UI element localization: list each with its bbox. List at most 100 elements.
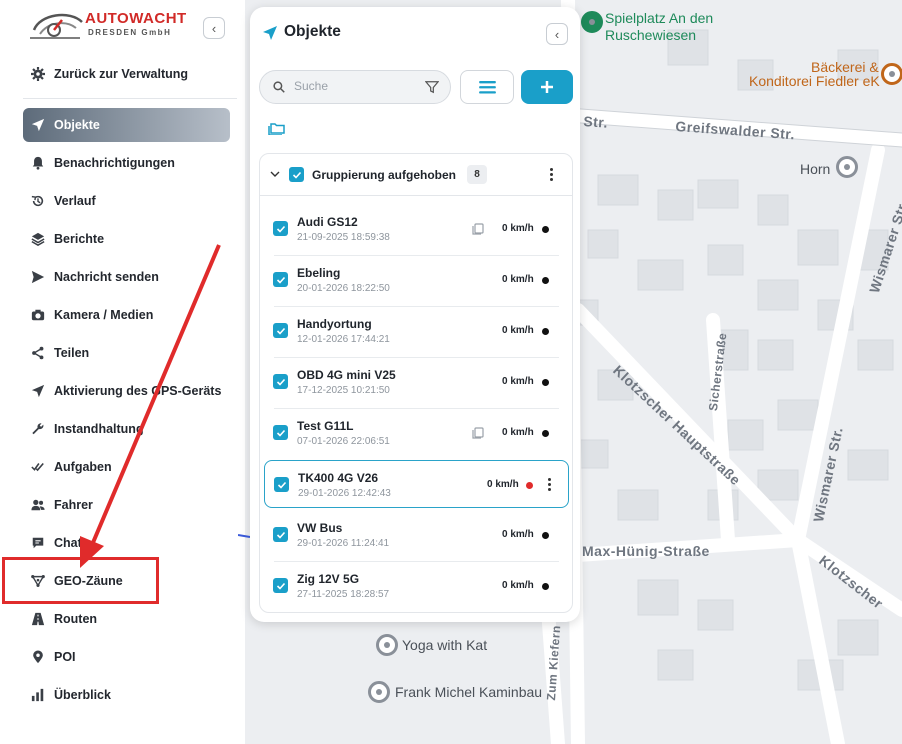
status-dot <box>542 226 549 233</box>
sidebar-item-4[interactable]: Nachricht senden <box>23 260 230 294</box>
object-checkbox[interactable] <box>273 272 288 287</box>
filter-icon[interactable] <box>425 80 439 94</box>
sidebar-item-10[interactable]: Fahrer <box>23 488 230 522</box>
object-checkbox[interactable] <box>273 221 288 236</box>
map-pin-icon <box>31 650 45 664</box>
chevron-down-icon[interactable] <box>270 169 280 179</box>
object-name: TK400 4G V26 <box>298 471 379 485</box>
layers-icon <box>31 232 45 246</box>
brand-logo[interactable]: AUTOWACHT DRESDEN GmbH <box>30 8 186 48</box>
object-speed: 0 km/h <box>502 580 534 591</box>
status-dot <box>542 379 549 386</box>
kaminbau-pin-icon[interactable] <box>368 681 390 703</box>
sidebar-item-6[interactable]: Teilen <box>23 336 230 370</box>
sidebar-item-2[interactable]: Verlauf <box>23 184 230 218</box>
object-row[interactable]: VW Bus 29-01-2026 11:24:41 0 km/h <box>264 511 569 562</box>
poi-label-horn[interactable]: Horn <box>800 161 830 177</box>
object-speed: 0 km/h <box>502 427 534 438</box>
playground-pin-icon[interactable] <box>581 11 603 33</box>
object-name: Test G11L <box>297 419 354 433</box>
bar-chart-icon <box>31 688 45 702</box>
objects-panel: Objekte ‹ Gruppierung aufgehoben 8 Audi … <box>250 7 580 622</box>
sidebar-item-label: Nachricht senden <box>54 270 159 284</box>
sidebar-item-13[interactable]: Routen <box>23 602 230 636</box>
object-timestamp: 07-01-2026 22:06:51 <box>297 436 390 447</box>
object-timestamp: 17-12-2025 10:21:50 <box>297 385 390 396</box>
sidebar-item-label: Kamera / Medien <box>54 308 154 322</box>
search-input[interactable] <box>294 79 414 93</box>
check-icon <box>276 276 285 284</box>
sidebar-collapse-button[interactable]: ‹ <box>203 17 225 39</box>
share-icon <box>31 346 45 360</box>
object-checkbox[interactable] <box>273 323 288 338</box>
group-header[interactable]: Gruppierung aufgehoben 8 <box>260 154 572 196</box>
object-checkbox[interactable] <box>274 477 289 492</box>
object-checkbox[interactable] <box>273 374 288 389</box>
group-more-icon[interactable] <box>550 168 554 182</box>
sidebar-item-9[interactable]: Aufgaben <box>23 450 230 484</box>
check-icon <box>276 378 285 386</box>
wrench-icon <box>31 422 45 436</box>
bell-icon <box>31 156 45 170</box>
road-icon <box>31 612 45 626</box>
brand-name: AUTOWACHT <box>85 10 187 27</box>
object-checkbox[interactable] <box>273 527 288 542</box>
bakery-pin-icon[interactable] <box>881 63 902 85</box>
sidebar-item-15[interactable]: Überblick <box>23 678 230 712</box>
panel-collapse-button[interactable]: ‹ <box>546 23 568 45</box>
horn-pin-icon[interactable] <box>836 156 858 178</box>
check-icon <box>277 481 286 489</box>
sidebar-item-11[interactable]: Chat <box>23 526 230 560</box>
check-icon <box>276 531 285 539</box>
menu-list-icon <box>478 80 496 94</box>
poi-label-yoga[interactable]: Yoga with Kat <box>402 637 487 653</box>
folder-stack-icon[interactable] <box>268 121 286 135</box>
chevron-left-icon: ‹ <box>211 20 217 36</box>
object-checkbox[interactable] <box>273 578 288 593</box>
add-object-button[interactable] <box>521 70 573 104</box>
street-label-max-huenig-strasse: Max-Hünig-Straße <box>582 543 710 559</box>
object-row[interactable]: Test G11L 07-01-2026 22:06:51 0 km/h <box>264 409 569 457</box>
object-row[interactable]: Handyortung 12-01-2026 17:44:21 0 km/h <box>264 307 569 358</box>
object-name: OBD 4G mini V25 <box>297 368 396 382</box>
device-stack-icon <box>472 223 484 235</box>
poi-label-spielplatz-line2[interactable]: Ruschewiesen <box>605 27 696 43</box>
sidebar-item-0[interactable]: Objekte <box>23 108 230 142</box>
sidebar-item-label: Teilen <box>54 346 90 360</box>
object-row[interactable]: Ebeling 20-01-2026 18:22:50 0 km/h <box>264 256 569 307</box>
sidebar-item-label: Objekte <box>54 118 100 132</box>
object-row[interactable]: Audi GS12 21-09-2025 18:59:38 0 km/h <box>264 205 569 256</box>
object-speed: 0 km/h <box>502 223 534 234</box>
sidebar-item-5[interactable]: Kamera / Medien <box>23 298 230 332</box>
street-label-str: Str. <box>582 113 609 131</box>
object-row[interactable]: OBD 4G mini V25 17-12-2025 10:21:50 0 km/h <box>264 358 569 409</box>
search-field[interactable] <box>259 70 451 104</box>
poi-label-spielplatz-line1[interactable]: Spielplatz An den <box>605 10 713 26</box>
sidebar-item-14[interactable]: POI <box>23 640 230 674</box>
sidebar-item-8[interactable]: Instandhaltung <box>23 412 230 446</box>
object-more-icon[interactable] <box>548 478 552 492</box>
device-stack-icon <box>472 427 484 439</box>
double-check-icon <box>31 460 45 474</box>
sidebar-item-7[interactable]: Aktivierung des GPS-Geräts <box>23 374 230 408</box>
sidebar-item-1[interactable]: Benachrichtigungen <box>23 146 230 180</box>
poi-label-baeckerei-line2[interactable]: Konditorei Fiedler eK <box>749 73 880 89</box>
panel-title: Objekte <box>284 23 341 40</box>
group-count-badge: 8 <box>467 165 487 184</box>
back-to-admin-link[interactable]: Zurück zur Verwaltung <box>23 57 230 91</box>
object-row[interactable]: Zig 12V 5G 27-11-2025 18:28:57 0 km/h <box>264 562 569 610</box>
yoga-pin-icon[interactable] <box>376 634 398 656</box>
sidebar-item-label: Instandhaltung <box>54 422 144 436</box>
status-dot <box>542 328 549 335</box>
poi-label-kaminbau[interactable]: Frank Michel Kaminbau <box>395 684 542 700</box>
sidebar-item-3[interactable]: Berichte <box>23 222 230 256</box>
list-view-button[interactable] <box>460 70 514 104</box>
object-row[interactable]: TK400 4G V26 29-01-2026 12:42:43 0 km/h <box>264 460 569 508</box>
group-checkbox[interactable] <box>289 167 304 182</box>
send-icon <box>31 270 45 284</box>
back-to-admin-label: Zurück zur Verwaltung <box>54 67 189 81</box>
check-icon <box>276 429 285 437</box>
sidebar-divider <box>23 98 237 99</box>
object-checkbox[interactable] <box>273 425 288 440</box>
object-speed: 0 km/h <box>502 325 534 336</box>
